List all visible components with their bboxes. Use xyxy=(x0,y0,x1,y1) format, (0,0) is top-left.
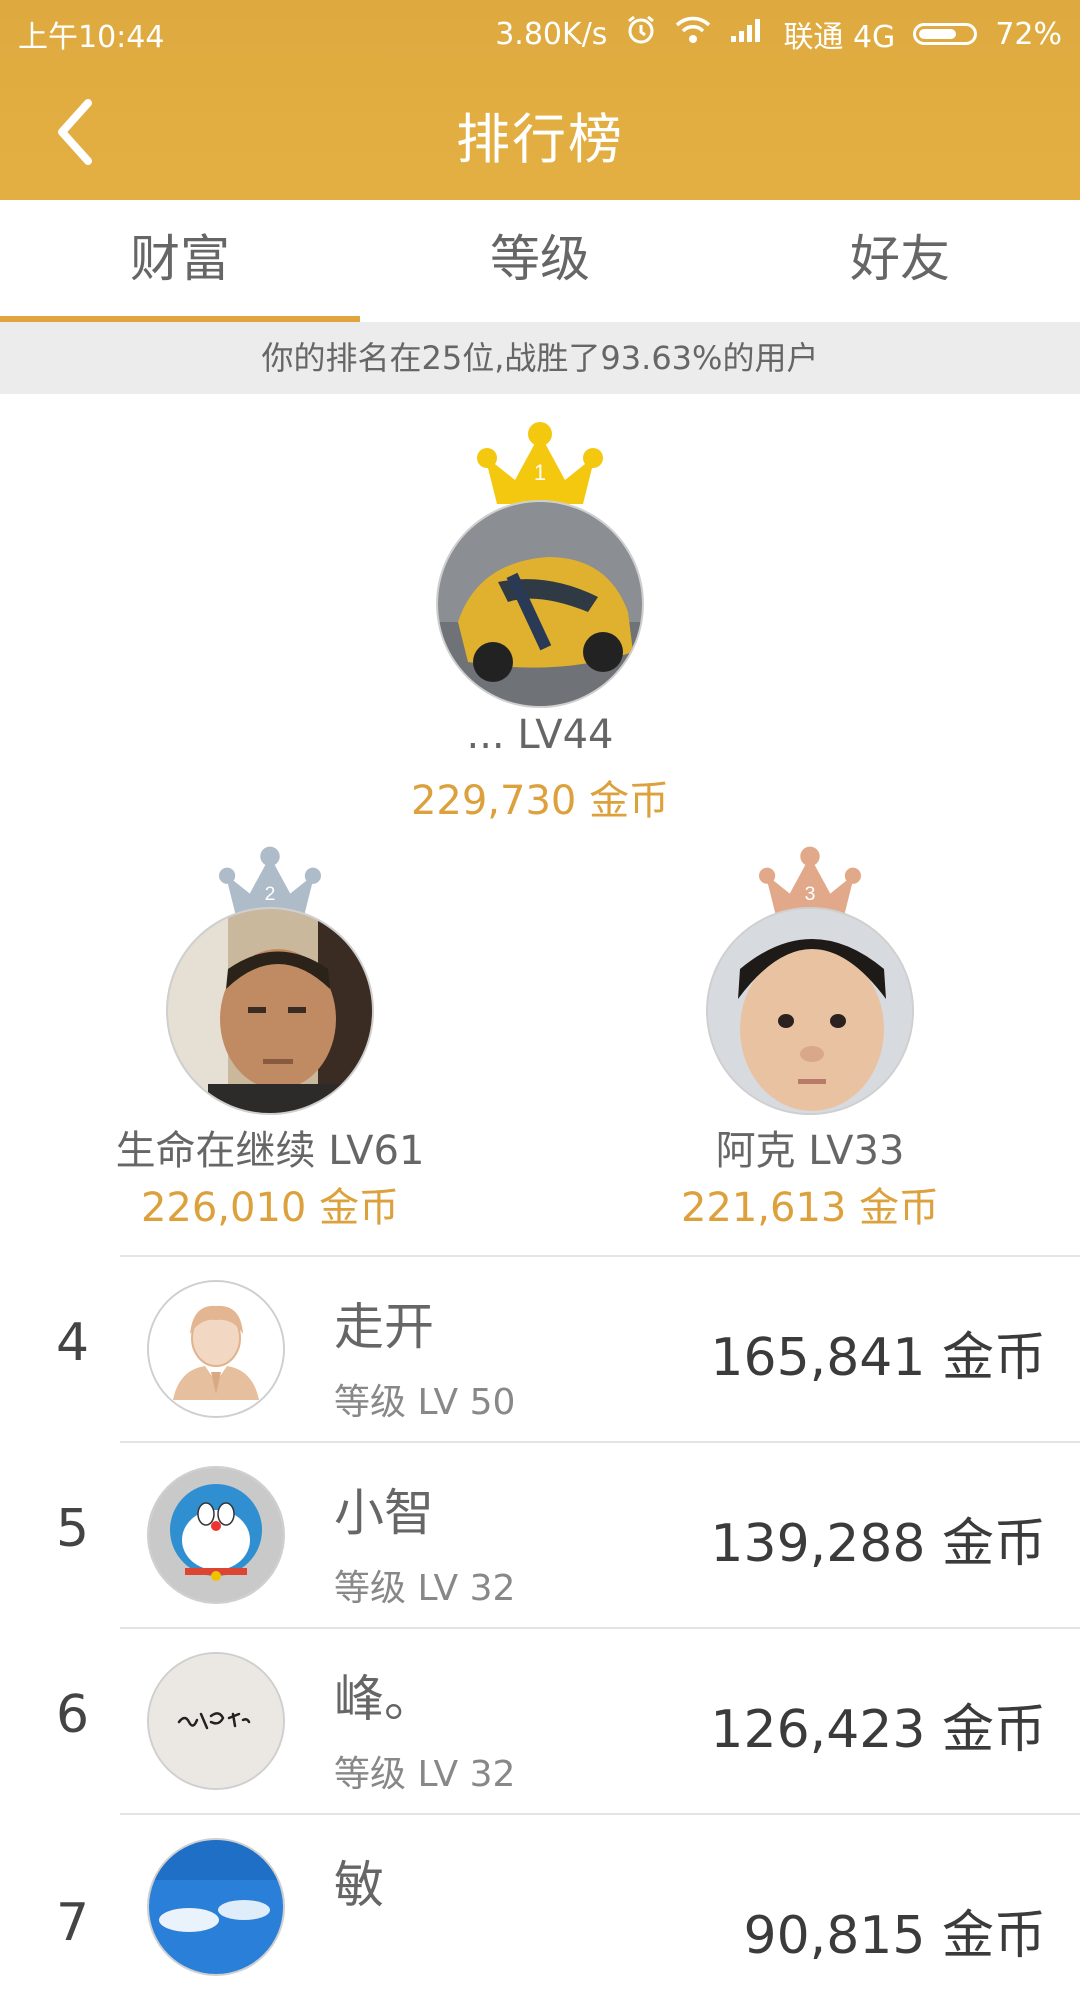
tab-wealth[interactable]: 财富 xyxy=(0,200,360,322)
list-item[interactable]: 7 敏 90,815 金币 xyxy=(0,1813,1080,1999)
avatar[interactable] xyxy=(147,1652,285,1790)
list-item[interactable]: 6 峰。 等级 LV 32 126,423 金币 xyxy=(0,1627,1080,1813)
user-coins: 165,841 金币 xyxy=(710,1328,1046,1388)
user-level: 等级 LV 50 xyxy=(334,1382,516,1423)
status-time: 上午10:44 xyxy=(18,20,165,55)
rank-number: 5 xyxy=(56,1499,90,1559)
network-speed: 3.80K/s xyxy=(495,16,608,52)
gold-crown-icon: 1 xyxy=(477,422,603,504)
bronze-crown-icon: 3 xyxy=(759,846,861,913)
podium-coins: 221,613 金币 xyxy=(680,1185,940,1231)
podium-second[interactable]: 2 生命在继续 LV61 226,010 金币 xyxy=(70,845,470,1235)
battery-icon xyxy=(913,23,978,45)
user-name: 小智 xyxy=(334,1484,434,1542)
rank-notice: 你的排名在25位,战胜了93.63%的用户 xyxy=(0,322,1080,394)
user-coins: 90,815 金币 xyxy=(743,1906,1046,1966)
tab-friends[interactable]: 好友 xyxy=(720,200,1080,322)
user-coins: 139,288 金币 xyxy=(710,1514,1046,1574)
wifi-icon xyxy=(675,15,711,53)
user-coins: 126,423 金币 xyxy=(710,1700,1046,1760)
list-item[interactable]: 5 小智 等级 LV 32 139,288 金币 xyxy=(0,1441,1080,1627)
avatar[interactable] xyxy=(706,907,914,1115)
podium-name-level: 阿克 LV33 xyxy=(715,1128,905,1174)
alarm-icon xyxy=(625,14,657,54)
avatar[interactable] xyxy=(166,907,374,1115)
crown-rank-3: 3 xyxy=(805,883,816,905)
rank-number: 6 xyxy=(56,1685,90,1745)
tab-level[interactable]: 等级 xyxy=(360,200,720,322)
avatar[interactable] xyxy=(147,1466,285,1604)
divider xyxy=(120,1255,1080,1257)
list-item[interactable]: 4 走开 等级 LV 50 165,841 金币 xyxy=(0,1255,1080,1441)
podium-coins: 226,010 金币 xyxy=(140,1185,400,1231)
crown-rank-1: 1 xyxy=(534,460,546,485)
status-right-group: 3.80K/s 联通 4G 72% xyxy=(495,12,1062,56)
podium-coins: 229,730 金币 xyxy=(410,778,670,824)
divider xyxy=(120,1627,1080,1629)
user-level: 等级 LV 32 xyxy=(334,1568,516,1609)
silver-crown-icon: 2 xyxy=(219,846,321,913)
podium-name-level: ... LV44 xyxy=(466,712,614,758)
carrier-label: 联通 4G xyxy=(783,20,896,55)
battery-percent: 72% xyxy=(995,16,1062,52)
crown-rank-2: 2 xyxy=(265,883,276,905)
page-title: 排行榜 xyxy=(456,108,624,171)
user-name: 峰。 xyxy=(334,1670,434,1728)
avatar[interactable] xyxy=(436,500,644,708)
rank-number: 4 xyxy=(56,1313,90,1373)
user-name: 走开 xyxy=(334,1298,434,1356)
podium-first[interactable]: 1 ... LV44 229,730 金币 xyxy=(340,420,740,824)
podium-third[interactable]: 3 阿克 LV33 221,613 金币 xyxy=(610,845,1010,1235)
user-level: 等级 LV 32 xyxy=(334,1754,516,1795)
signal-icon xyxy=(729,16,765,52)
app-header: 上午10:44 3.80K/s 联通 4G 72% 排行榜 xyxy=(0,0,1080,200)
divider xyxy=(120,1441,1080,1443)
rank-list: 4 走开 等级 LV 50 165,841 金币 5 小智 等级 LV 32 1… xyxy=(0,1255,1080,1999)
status-bar: 上午10:44 3.80K/s 联通 4G 72% xyxy=(0,0,1080,62)
divider xyxy=(120,1813,1080,1815)
avatar[interactable] xyxy=(147,1838,285,1976)
podium-name-level: 生命在继续 LV61 xyxy=(115,1128,425,1174)
rank-number: 7 xyxy=(56,1893,90,1953)
user-name: 敏 xyxy=(334,1856,384,1914)
default-user-icon[interactable] xyxy=(147,1280,285,1418)
tab-bar: 财富 等级 好友 xyxy=(0,200,1080,322)
